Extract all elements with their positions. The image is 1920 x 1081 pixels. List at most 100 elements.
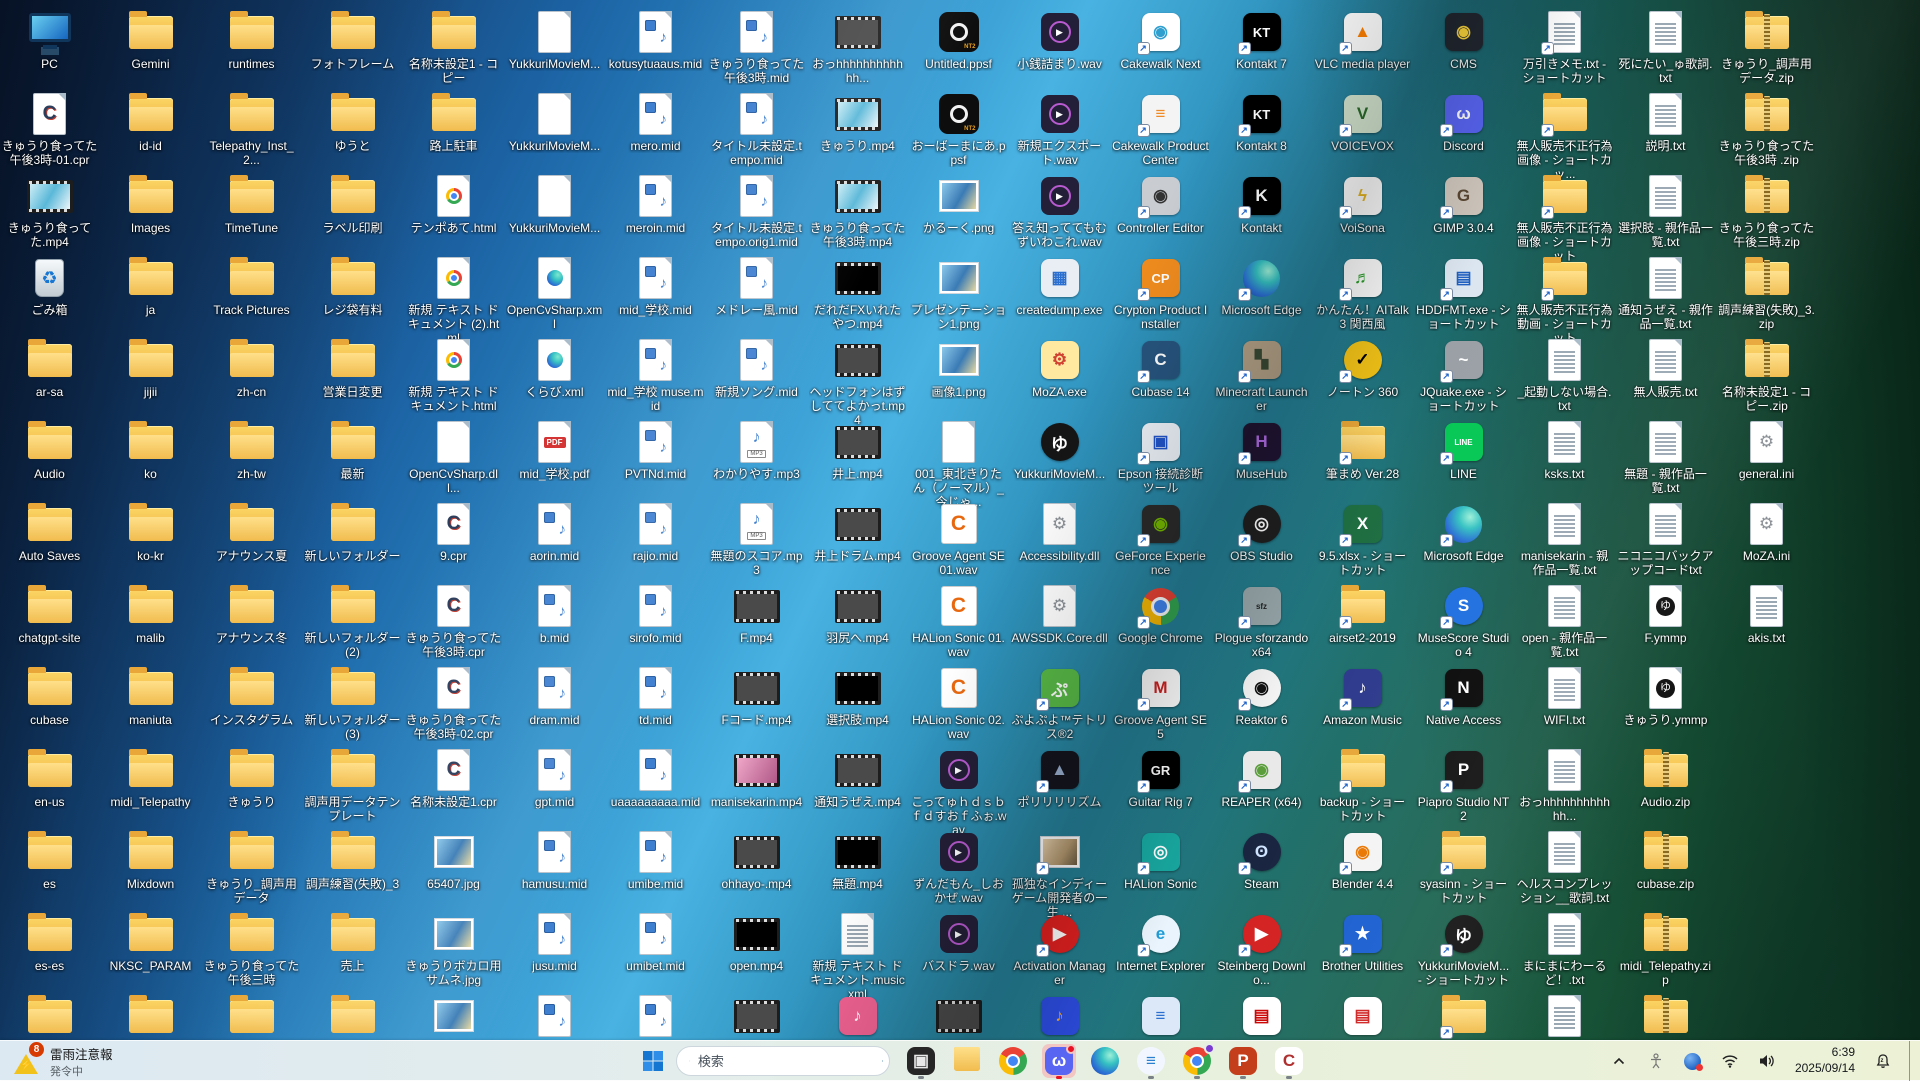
- desktop-icon[interactable]: ゆF.ymmp: [1617, 584, 1714, 645]
- desktop-icon[interactable]: きゅうり.mp4: [809, 92, 906, 153]
- desktop-icon[interactable]: YukkuriMovieM...: [506, 92, 603, 153]
- desktop-icon[interactable]: cubase.zip: [1617, 830, 1714, 891]
- desktop-icon[interactable]: ↗万引きメモ.txt - ショートカット: [1516, 10, 1613, 85]
- desktop-icon[interactable]: ohhayo-.mp4: [708, 830, 805, 891]
- desktop-icon[interactable]: ♪td.mid: [607, 666, 704, 727]
- desktop-icon[interactable]: ♪hamusu.mid: [506, 830, 603, 891]
- desktop-icon[interactable]: ♪mero.mid: [607, 92, 704, 153]
- desktop-icon[interactable]: ♪uaaaaaaaaa.mid: [607, 748, 704, 809]
- desktop-icon[interactable]: 選択肢 - 親作品一覧.txt: [1617, 174, 1714, 249]
- desktop-icon[interactable]: ♪: [1011, 994, 1108, 1041]
- desktop-icon[interactable]: ko-kr: [102, 502, 199, 563]
- desktop-icon[interactable]: 新規 テキスト ドキュメント.musicxml: [809, 912, 906, 1001]
- desktop-icon[interactable]: きゅうり食ってた午後3時 .zip: [1718, 92, 1815, 167]
- desktop-icon[interactable]: CHALion Sonic 01.wav: [910, 584, 1007, 659]
- desktop-icon[interactable]: ♪sirofo.mid: [607, 584, 704, 645]
- desktop-icon[interactable]: ⚙MoZA.exe: [1011, 338, 1108, 399]
- desktop-icon[interactable]: ♪: [809, 994, 906, 1041]
- desktop-icon[interactable]: ≡: [1112, 994, 1209, 1041]
- desktop-icon[interactable]: ▶こってゅｈｄｓｂｆｄすおｆふぉ.wav: [910, 748, 1007, 837]
- desktop-icon[interactable]: ▲↗VLC media player: [1314, 10, 1411, 71]
- desktop-icon[interactable]: zh-tw: [203, 420, 300, 481]
- desktop-icon[interactable]: ▤: [1213, 994, 1310, 1041]
- desktop-icon[interactable]: en-us: [1, 748, 98, 809]
- desktop-icon[interactable]: アナウンス夏: [203, 502, 300, 563]
- taskbar-app-chrome[interactable]: [996, 1044, 1030, 1078]
- desktop-icon[interactable]: 死にたい_ゅ歌詞.txt: [1617, 10, 1714, 85]
- desktop-icon[interactable]: ゆうと: [304, 92, 401, 153]
- desktop-icon[interactable]: zh-cn: [203, 338, 300, 399]
- desktop-icon[interactable]: [1617, 994, 1714, 1041]
- desktop-icon[interactable]: chatgpt-site: [1, 584, 98, 645]
- show-desktop-button[interactable]: [1909, 1041, 1914, 1081]
- taskbar-app-cubase[interactable]: C: [1272, 1044, 1306, 1078]
- desktop-icon[interactable]: ♪新規ソング.mid: [708, 338, 805, 399]
- desktop-icon[interactable]: Images: [102, 174, 199, 235]
- desktop-icon[interactable]: ♪タイトル未設定.tempo.mid: [708, 92, 805, 167]
- desktop-icon[interactable]: H↗MuseHub: [1213, 420, 1310, 481]
- taskbar-app-steinberg-hub[interactable]: ≡: [1134, 1044, 1168, 1078]
- desktop-icon[interactable]: ↗無人販売不正行為画像 - ショートカッ...: [1516, 92, 1613, 181]
- desktop-icon[interactable]: 売上: [304, 912, 401, 973]
- desktop-icon[interactable]: Telepathy_Inst_2...: [203, 92, 300, 167]
- desktop-icon[interactable]: きゅうりボカロ用サムネ.jpg: [405, 912, 502, 987]
- desktop-icon[interactable]: Gemini: [102, 10, 199, 71]
- desktop-icon[interactable]: [203, 994, 300, 1041]
- desktop-icon[interactable]: ↗Microsoft Edge: [1213, 256, 1310, 317]
- desktop-icon[interactable]: ▶小銭詰まり.wav: [1011, 10, 1108, 71]
- desktop-icon[interactable]: ▲↗ポリリリリズム: [1011, 748, 1108, 809]
- desktop-icon[interactable]: ↗syasinn - ショートカット: [1415, 830, 1512, 905]
- desktop-icon[interactable]: CP↗Crypton Product Installer: [1112, 256, 1209, 331]
- desktop-icon[interactable]: CGroove Agent SE 01.wav: [910, 502, 1007, 577]
- desktop-icon[interactable]: X↗9.5.xlsx - ショートカット: [1314, 502, 1411, 577]
- desktop-icon[interactable]: ▶新規エクスポート.wav: [1011, 92, 1108, 167]
- desktop-icon[interactable]: ↗Microsoft Edge: [1415, 502, 1512, 563]
- desktop-icon[interactable]: ✓↗ノートン 360: [1314, 338, 1411, 399]
- desktop-icon[interactable]: ♬↗かんたん！AITalk 3 関西風: [1314, 256, 1411, 331]
- desktop-icon[interactable]: ʘ↗Steam: [1213, 830, 1310, 891]
- desktop-icon[interactable]: [910, 994, 1007, 1041]
- desktop-icon[interactable]: NT2Untitled.ppsf: [910, 10, 1007, 71]
- desktop-icon[interactable]: Cきゅうり食ってた午後3時-01.cpr: [1, 92, 98, 167]
- desktop-icon[interactable]: ⚙AWSSDK.Core.dll: [1011, 584, 1108, 645]
- tray-chevron-up-icon[interactable]: [1606, 1048, 1632, 1074]
- desktop-icon[interactable]: ↗airset2-2019: [1314, 584, 1411, 645]
- desktop-icon[interactable]: 営業日変更: [304, 338, 401, 399]
- desktop-icon[interactable]: ぷ↗ぷよぷよ™テトリス®2: [1011, 666, 1108, 741]
- desktop-icon[interactable]: P↗Piapro Studio NT2: [1415, 748, 1512, 823]
- desktop-icon[interactable]: ♪mid_学校 muse.mid: [607, 338, 704, 413]
- desktop-icon[interactable]: ⚙general.ini: [1718, 420, 1815, 481]
- desktop-icon[interactable]: ♪umibet.mid: [607, 912, 704, 973]
- desktop-icon[interactable]: ♪gpt.mid: [506, 748, 603, 809]
- desktop-icon[interactable]: akis.txt: [1718, 584, 1815, 645]
- desktop-icon[interactable]: ゆ↗YukkuriMovieM... - ショートカット: [1415, 912, 1512, 987]
- taskbar-app-file-explorer[interactable]: [950, 1044, 984, 1078]
- desktop-icon[interactable]: ⚙MoZA.ini: [1718, 502, 1815, 563]
- taskbar-app-powerpoint[interactable]: P: [1226, 1044, 1260, 1078]
- desktop-icon[interactable]: Audio: [1, 420, 98, 481]
- desktop-icon[interactable]: ◉↗REAPER (x64): [1213, 748, 1310, 809]
- desktop-icon[interactable]: ▶ずんだもん_しおかぜ.wav: [910, 830, 1007, 905]
- desktop-icon[interactable]: ◉↗Reaktor 6: [1213, 666, 1310, 727]
- desktop-icon[interactable]: [405, 994, 502, 1041]
- desktop-icon[interactable]: まにまにわーるど！.txt: [1516, 912, 1613, 987]
- desktop-icon[interactable]: ♪kotusytuaaus.mid: [607, 10, 704, 71]
- desktop-icon[interactable]: ♪きゅうり食ってた午後3時.mid: [708, 10, 805, 85]
- desktop-icon[interactable]: ▶バスドラ.wav: [910, 912, 1007, 973]
- desktop-icon[interactable]: ~↗JQuake.exe - ショートカット: [1415, 338, 1512, 413]
- desktop-icon[interactable]: ▶答え知っててもむずいわこれ.wav: [1011, 174, 1108, 249]
- desktop-icon[interactable]: ↗筆まめ Ver.28: [1314, 420, 1411, 481]
- desktop-icon[interactable]: インスタグラム: [203, 666, 300, 727]
- start-button[interactable]: [636, 1044, 670, 1078]
- desktop-icon[interactable]: PC: [1, 10, 98, 71]
- desktop-icon[interactable]: ▤: [1314, 994, 1411, 1041]
- desktop-icon[interactable]: ↗backup - ショートカット: [1314, 748, 1411, 823]
- desktop-icon[interactable]: 無題 - 親作品一覧.txt: [1617, 420, 1714, 495]
- desktop-icon[interactable]: きゅうり食ってた.mp4: [1, 174, 98, 249]
- desktop-icon[interactable]: sfz↗Plogue sforzando x64: [1213, 584, 1310, 659]
- taskbar-app-chrome-profile[interactable]: [1180, 1044, 1214, 1078]
- desktop-icon[interactable]: [1, 994, 98, 1041]
- desktop-icon[interactable]: きゅうり: [203, 748, 300, 809]
- desktop-icon[interactable]: ♪MP3無題のスコア.mp3: [708, 502, 805, 577]
- desktop-icon[interactable]: ↗無人販売不正行為画像 - ショートカット: [1516, 174, 1613, 263]
